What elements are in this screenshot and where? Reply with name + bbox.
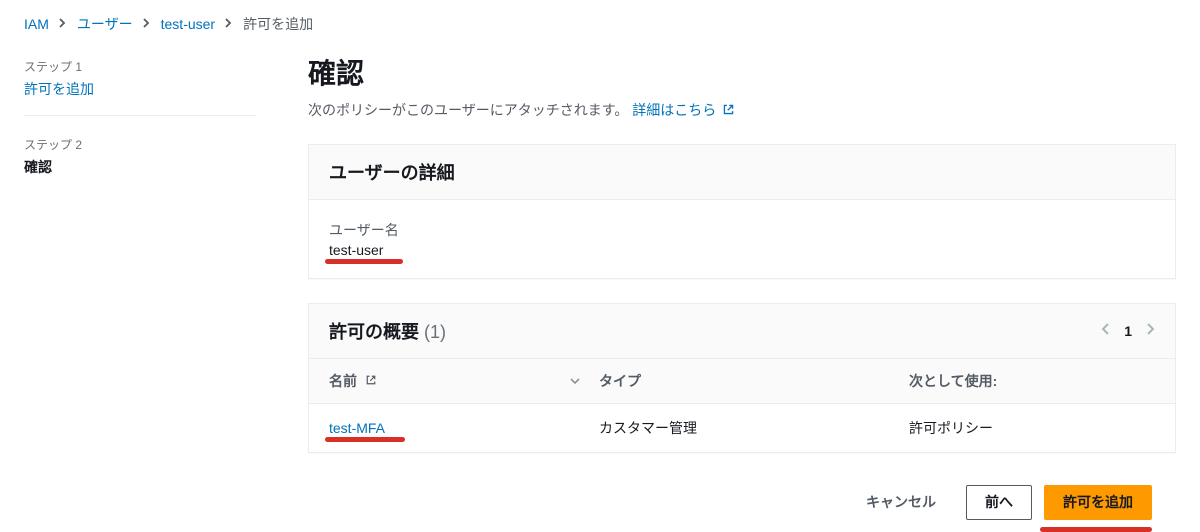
policy-type-value: カスタマー管理 xyxy=(599,418,909,438)
permissions-summary-panel: 許可の概要 (1) 1 xyxy=(308,303,1176,453)
permissions-table: 名前 タイプ 次として使用: test-MFA xyxy=(309,359,1175,452)
sort-icon[interactable] xyxy=(569,375,599,387)
learn-more-link[interactable]: 詳細はこちら xyxy=(632,102,735,118)
chevron-right-icon xyxy=(143,17,151,31)
column-header-name[interactable]: 名前 xyxy=(329,371,569,391)
breadcrumb-users[interactable]: ユーザー xyxy=(77,14,133,34)
cancel-button[interactable]: キャンセル xyxy=(848,486,954,519)
step-title-link[interactable]: 許可を追加 xyxy=(24,79,256,99)
chevron-right-icon xyxy=(59,17,67,31)
pager: 1 xyxy=(1101,322,1155,341)
external-link-icon xyxy=(365,373,377,389)
step-title-current: 確認 xyxy=(24,157,256,177)
external-link-icon xyxy=(722,103,735,119)
table-row: test-MFA カスタマー管理 許可ポリシー xyxy=(309,404,1175,452)
permissions-summary-heading: 許可の概要 (1) xyxy=(329,318,446,344)
table-header-row: 名前 タイプ 次として使用: xyxy=(309,359,1175,404)
policy-used-as-value: 許可ポリシー xyxy=(909,418,1155,438)
user-details-heading: ユーザーの詳細 xyxy=(329,159,455,185)
pager-page-number: 1 xyxy=(1124,323,1132,339)
main-content: 確認 次のポリシーがこのユーザーにアタッチされます。 詳細はこちら ユーザーの詳… xyxy=(280,52,1200,531)
breadcrumb: IAM ユーザー test-user 許可を追加 xyxy=(0,0,1200,52)
breadcrumb-test-user[interactable]: test-user xyxy=(161,16,215,32)
chevron-right-icon xyxy=(225,17,233,31)
step-label: ステップ 2 xyxy=(24,136,256,153)
wizard-actions: キャンセル 前へ 許可を追加 xyxy=(308,477,1176,528)
page-title: 確認 xyxy=(308,52,1176,92)
column-header-used-as: 次として使用: xyxy=(909,371,1155,391)
wizard-steps-sidebar: ステップ 1 許可を追加 ステップ 2 確認 xyxy=(0,52,280,531)
wizard-step-1: ステップ 1 許可を追加 xyxy=(24,52,256,116)
policy-name-link[interactable]: test-MFA xyxy=(329,420,385,436)
add-permissions-button[interactable]: 許可を追加 xyxy=(1044,485,1152,520)
panel-header: 許可の概要 (1) 1 xyxy=(309,304,1175,359)
page-subtitle: 次のポリシーがこのユーザーにアタッチされます。 詳細はこちら xyxy=(308,100,1176,120)
breadcrumb-iam[interactable]: IAM xyxy=(24,16,49,32)
breadcrumb-current: 許可を追加 xyxy=(243,14,313,34)
user-details-panel: ユーザーの詳細 ユーザー名 test-user xyxy=(308,144,1176,279)
permissions-count: (1) xyxy=(424,322,446,342)
panel-header: ユーザーの詳細 xyxy=(309,145,1175,200)
wizard-step-2: ステップ 2 確認 xyxy=(24,130,256,193)
pager-prev-button[interactable] xyxy=(1101,322,1110,341)
previous-button[interactable]: 前へ xyxy=(966,485,1032,520)
username-value: test-user xyxy=(329,242,383,258)
username-label: ユーザー名 xyxy=(329,220,1155,240)
column-header-type: タイプ xyxy=(599,371,909,391)
step-label: ステップ 1 xyxy=(24,58,256,75)
pager-next-button[interactable] xyxy=(1146,322,1155,341)
